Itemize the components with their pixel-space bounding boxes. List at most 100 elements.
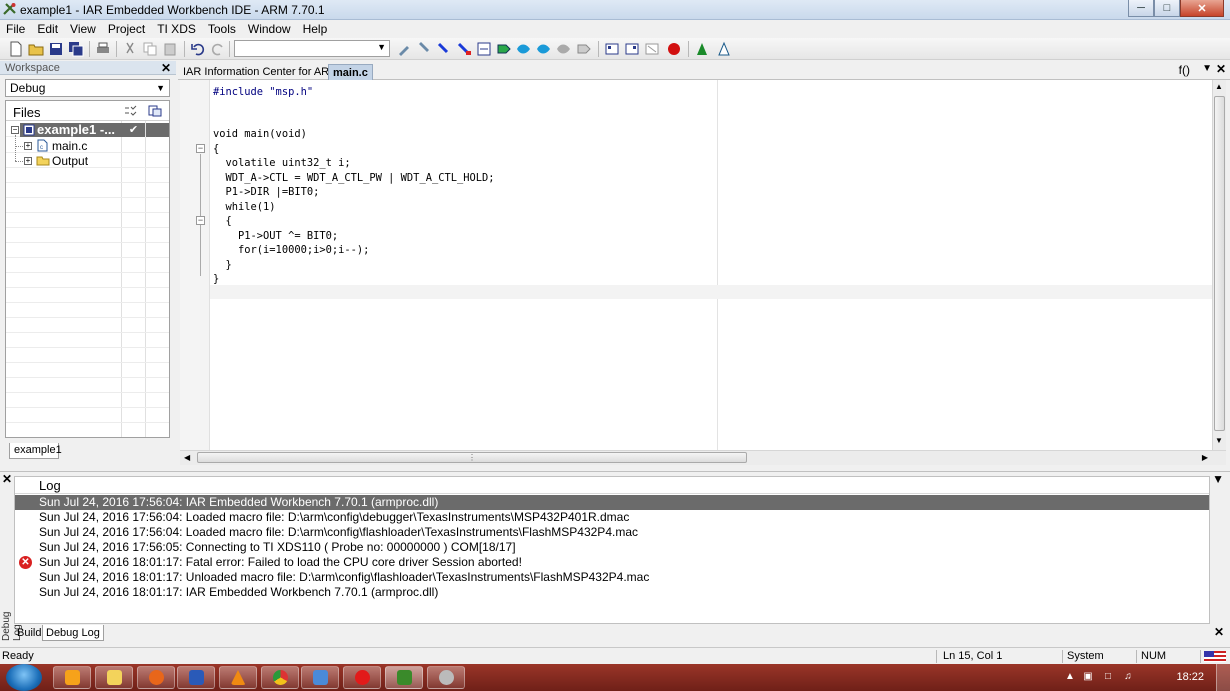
save-all-icon[interactable] <box>68 41 84 57</box>
remove-breakpoints-icon[interactable] <box>644 41 660 57</box>
log-entry[interactable]: ✕ Sun Jul 24, 2016 18:01:17: Fatal error:… <box>15 555 1209 570</box>
function-navigator[interactable]: f() <box>1179 63 1190 77</box>
new-file-icon[interactable] <box>8 41 24 57</box>
stop-build-icon[interactable] <box>556 41 572 57</box>
taskbar-word[interactable] <box>177 666 215 689</box>
code-line-11: P1->OUT ^= BIT0; <box>213 230 339 242</box>
start-button[interactable] <box>6 664 42 691</box>
build-arrow-icon[interactable] <box>576 41 592 57</box>
tab-main-c[interactable]: main.c <box>328 64 373 80</box>
save-icon[interactable] <box>48 41 64 57</box>
open-folder-icon[interactable] <box>28 41 44 57</box>
paste-icon[interactable] <box>162 41 178 57</box>
menu-view[interactable]: View <box>64 20 102 38</box>
taskbar-firefox[interactable] <box>137 666 175 689</box>
network-tray-icon[interactable]: □ <box>1102 671 1114 683</box>
browse-icon[interactable] <box>476 41 492 57</box>
workspace-tab-example1[interactable]: example1 <box>9 443 62 459</box>
compile-icon[interactable] <box>496 41 512 57</box>
breakpoint-list-icon[interactable] <box>604 41 620 57</box>
chevron-down-icon[interactable]: ▼ <box>377 42 386 52</box>
chevron-down-icon[interactable]: ▼ <box>156 80 165 96</box>
options-column-icon[interactable] <box>148 105 162 117</box>
workspace-close-icon[interactable]: ✕ <box>161 61 171 75</box>
show-desktop-button[interactable] <box>1216 664 1230 691</box>
tree-item-main-c[interactable]: main.c <box>52 139 87 154</box>
scroll-down-icon[interactable]: ▼ <box>1215 436 1223 445</box>
editor-horizontal-scrollbar[interactable]: ◀ ⋮ ▶ <box>180 450 1226 465</box>
tray-device-icon[interactable]: ▣ <box>1082 671 1094 683</box>
tab-build[interactable]: Build <box>14 625 44 641</box>
log-entry[interactable]: Sun Jul 24, 2016 17:56:04: IAR Embedded … <box>15 495 1209 510</box>
tree-item-output[interactable]: Output <box>52 154 88 169</box>
chevron-up-icon[interactable]: ▲ <box>1064 671 1076 683</box>
check-column-icon[interactable] <box>124 105 137 117</box>
log-entry[interactable]: Sun Jul 24, 2016 17:56:04: Loaded macro … <box>15 510 1209 525</box>
scroll-up-icon[interactable]: ▲ <box>1215 82 1223 91</box>
vlc-cone-icon <box>230 670 246 685</box>
print-icon[interactable] <box>95 41 111 57</box>
toggle-bookmark-icon[interactable] <box>396 41 412 57</box>
log-pane-close-icon[interactable]: ✕ <box>2 472 12 486</box>
taskbar-vlc[interactable] <box>219 666 257 689</box>
minimize-button[interactable]: ─ <box>1128 0 1154 17</box>
log-entry[interactable]: Sun Jul 24, 2016 18:01:17: IAR Embedded … <box>15 585 1209 600</box>
redo-icon[interactable] <box>210 41 226 57</box>
tab-information-center[interactable]: IAR Information Center for ARM <box>179 64 342 80</box>
taskbar-explorer[interactable] <box>95 666 133 689</box>
expand-file-icon[interactable]: + <box>24 142 32 150</box>
download-and-debug-icon[interactable] <box>694 41 710 57</box>
cut-icon[interactable] <box>122 41 138 57</box>
taskbar-chrome[interactable] <box>261 666 299 689</box>
fold-toggle-icon[interactable]: − <box>196 144 205 153</box>
configuration-select[interactable]: Debug ▼ <box>5 79 170 97</box>
clock[interactable]: 18:22 <box>1176 671 1204 683</box>
expand-output-icon[interactable]: + <box>24 157 32 165</box>
log-tabs-close-icon[interactable]: ✕ <box>1214 625 1224 639</box>
find-previous-icon[interactable] <box>456 41 472 57</box>
panel-splitter[interactable] <box>0 466 1230 472</box>
copy-icon[interactable] <box>142 41 158 57</box>
log-entry[interactable]: Sun Jul 24, 2016 17:56:04: Loaded macro … <box>15 525 1209 540</box>
close-button[interactable]: ✕ <box>1180 0 1224 17</box>
taskbar-tool[interactable] <box>427 666 465 689</box>
code-editor[interactable]: − − #include "msp.h" void main(void) { v… <box>180 80 1212 450</box>
find-combo[interactable]: ▼ <box>234 40 390 57</box>
scroll-left-icon[interactable]: ◀ <box>184 453 190 462</box>
debug-without-download-icon[interactable] <box>716 41 732 57</box>
log-column-header: Log <box>15 477 1209 494</box>
menu-edit[interactable]: Edit <box>31 20 64 38</box>
editor-vertical-scrollbar[interactable]: ▲ ▼ <box>1212 80 1226 450</box>
taskbar-iar[interactable] <box>385 666 423 689</box>
menu-tools[interactable]: Tools <box>202 20 242 38</box>
menu-file[interactable]: File <box>0 20 31 38</box>
menu-project[interactable]: Project <box>102 20 151 38</box>
collapse-project-icon[interactable]: − <box>11 126 19 134</box>
toggle-breakpoint-icon[interactable] <box>666 41 682 57</box>
rebuild-icon[interactable] <box>536 41 552 57</box>
log-entry[interactable]: Sun Jul 24, 2016 17:56:05: Connecting to… <box>15 540 1209 555</box>
log-entry[interactable]: Sun Jul 24, 2016 18:01:17: Unloaded macr… <box>15 570 1209 585</box>
tab-debug-log[interactable]: Debug Log <box>42 625 104 641</box>
make-icon[interactable] <box>516 41 532 57</box>
undo-icon[interactable] <box>190 41 206 57</box>
taskbar-media-player[interactable] <box>53 666 91 689</box>
scroll-right-icon[interactable]: ▶ <box>1202 453 1208 462</box>
next-statement-icon[interactable] <box>624 41 640 57</box>
fold-toggle-icon[interactable]: − <box>196 216 205 225</box>
horizontal-scroll-thumb[interactable]: ⋮ <box>197 452 747 463</box>
menu-ti-xds[interactable]: TI XDS <box>151 20 202 38</box>
taskbar-record[interactable] <box>343 666 381 689</box>
tree-item-project[interactable]: example1 -... <box>20 123 124 137</box>
log-pane-restore-icon[interactable]: ▼ <box>1212 472 1224 486</box>
vertical-scroll-thumb[interactable] <box>1214 96 1225 431</box>
volume-icon[interactable]: ♫ <box>1122 671 1134 683</box>
menu-window[interactable]: Window <box>242 20 297 38</box>
taskbar-network[interactable] <box>301 666 339 689</box>
find-next-icon[interactable] <box>436 41 452 57</box>
editor-close-icon[interactable]: ✕ <box>1216 62 1226 76</box>
maximize-button[interactable]: □ <box>1154 0 1180 17</box>
menu-help[interactable]: Help <box>297 20 334 38</box>
goto-bookmark-icon[interactable] <box>416 41 432 57</box>
chevron-down-icon[interactable]: ▼ <box>1202 63 1212 74</box>
